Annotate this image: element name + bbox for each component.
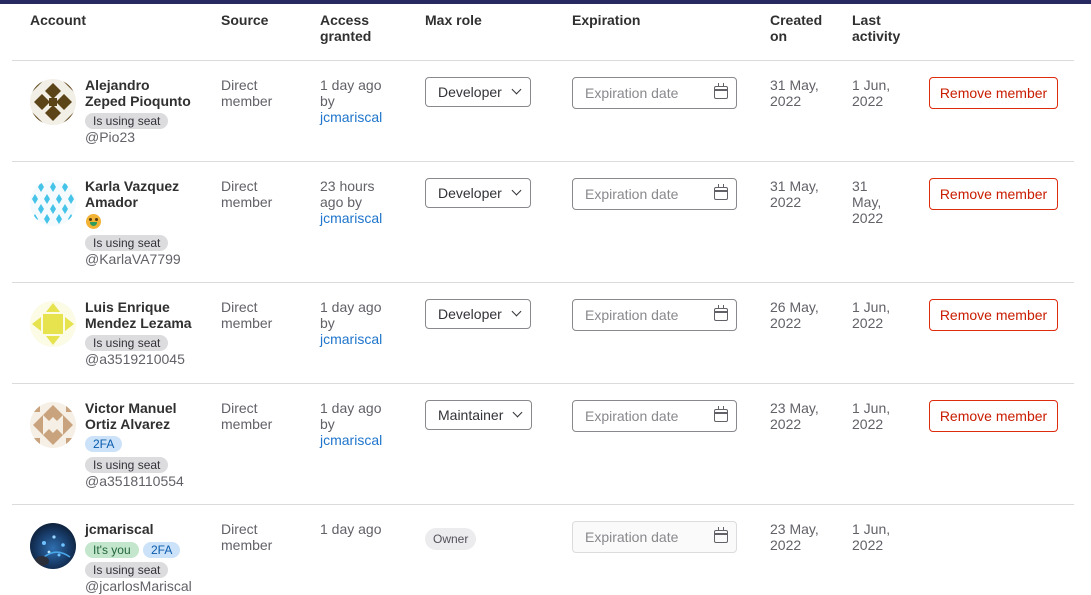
expiration-date-input: Expiration date — [572, 521, 737, 553]
granted-by-link[interactable]: jcmariscal — [320, 432, 382, 448]
calendar-icon[interactable] — [714, 305, 728, 321]
avatar[interactable] — [30, 402, 76, 448]
chevron-down-icon — [511, 84, 522, 95]
chevron-down-icon — [512, 407, 523, 418]
money-mouth-emoji-icon — [86, 214, 101, 229]
member-name[interactable]: Victor Manuel Ortiz Alvarez — [85, 400, 205, 432]
header-created-on: Created on — [770, 12, 823, 44]
member-username: @a3519210045 — [85, 351, 185, 367]
avatar[interactable] — [30, 301, 76, 347]
granted-by-link[interactable]: jcmariscal — [320, 210, 382, 226]
member-source: Direct member — [221, 521, 273, 553]
member-name[interactable]: Alejandro Zeped Pioqunto — [85, 77, 205, 109]
member-source: Direct member — [221, 299, 273, 331]
header-access-granted: Access granted — [320, 12, 372, 44]
granted-by-link[interactable]: jcmariscal — [320, 109, 382, 125]
remove-member-button[interactable]: Remove member — [929, 299, 1058, 331]
created-on: 31 May, 2022 — [770, 178, 819, 210]
member-username: @jcarlosMariscal — [85, 578, 192, 594]
last-activity: 31 May, 2022 — [852, 178, 884, 226]
member-source: Direct member — [221, 400, 273, 432]
seat-badge: Is using seat — [85, 335, 169, 351]
member-name[interactable]: jcmariscal — [85, 521, 205, 537]
header-account: Account — [30, 12, 86, 28]
calendar-icon[interactable] — [714, 406, 728, 422]
member-username: @KarlaVA7799 — [85, 251, 181, 267]
role-dropdown[interactable]: Developer — [425, 77, 531, 107]
access-granted: 1 day ago by jcmariscal — [320, 299, 383, 347]
seat-badge: Is using seat — [85, 113, 169, 129]
member-name[interactable]: Luis Enrique Mendez Lezama — [85, 299, 205, 331]
seat-badge: Is using seat — [85, 562, 169, 578]
role-dropdown[interactable]: Developer — [425, 178, 531, 208]
expiration-date-input[interactable]: Expiration date — [572, 77, 737, 109]
access-granted: 23 hours ago by jcmariscal — [320, 178, 383, 226]
role-dropdown[interactable]: Maintainer — [425, 400, 533, 430]
expiration-date-input[interactable]: Expiration date — [572, 299, 737, 331]
its-you-badge: It's you — [85, 542, 139, 558]
created-on: 31 May, 2022 — [770, 77, 819, 109]
calendar-icon[interactable] — [714, 184, 728, 200]
member-source: Direct member — [221, 77, 273, 109]
2fa-badge: 2FA — [143, 542, 181, 558]
access-granted: 1 day ago by jcmariscal — [320, 400, 383, 448]
last-activity: 1 Jun, 2022 — [852, 77, 891, 109]
access-granted: 1 day ago — [320, 521, 382, 537]
last-activity: 1 Jun, 2022 — [852, 299, 891, 331]
role-dropdown[interactable]: Developer — [425, 299, 531, 329]
table-row: Victor Manuel Ortiz Alvarez 2FA Is using … — [0, 384, 1091, 504]
table-row: Alejandro Zeped Pioqunto Is using seat @P… — [0, 61, 1091, 161]
seat-badge: Is using seat — [85, 235, 169, 251]
avatar[interactable] — [30, 180, 76, 226]
granted-by-link[interactable]: jcmariscal — [320, 331, 382, 347]
created-on: 23 May, 2022 — [770, 521, 819, 553]
member-username: @a3518110554 — [85, 473, 184, 489]
table-row: Karla Vazquez Amador Is using seat @Karla… — [0, 162, 1091, 282]
chevron-down-icon — [511, 185, 522, 196]
header-expiration: Expiration — [572, 12, 641, 28]
remove-member-button[interactable]: Remove member — [929, 77, 1058, 109]
owner-role-badge: Owner — [425, 528, 477, 550]
expiration-date-input[interactable]: Expiration date — [572, 400, 737, 432]
avatar[interactable] — [30, 523, 76, 569]
last-activity: 1 Jun, 2022 — [852, 400, 891, 432]
header-max-role: Max role — [425, 12, 482, 28]
created-on: 23 May, 2022 — [770, 400, 819, 432]
member-name[interactable]: Karla Vazquez Amador — [85, 178, 205, 210]
top-accent-bar — [0, 0, 1091, 4]
header-last-activity: Last activity — [852, 12, 901, 44]
chevron-down-icon — [511, 306, 522, 317]
table-row: jcmariscal It's you 2FA Is using seat @j… — [0, 505, 1091, 595]
remove-member-button[interactable]: Remove member — [929, 178, 1058, 210]
calendar-icon — [714, 527, 728, 543]
member-username: @Pio23 — [85, 129, 136, 145]
2fa-badge: 2FA — [85, 436, 123, 452]
access-granted: 1 day ago by jcmariscal — [320, 77, 383, 125]
expiration-date-input[interactable]: Expiration date — [572, 178, 737, 210]
seat-badge: Is using seat — [85, 457, 169, 473]
member-source: Direct member — [221, 178, 273, 210]
table-row: Luis Enrique Mendez Lezama Is using seat … — [0, 283, 1091, 383]
last-activity: 1 Jun, 2022 — [852, 521, 891, 553]
header-source: Source — [221, 12, 269, 28]
created-on: 26 May, 2022 — [770, 299, 819, 331]
avatar[interactable] — [30, 79, 76, 125]
remove-member-button[interactable]: Remove member — [929, 400, 1058, 432]
calendar-icon[interactable] — [714, 83, 728, 99]
